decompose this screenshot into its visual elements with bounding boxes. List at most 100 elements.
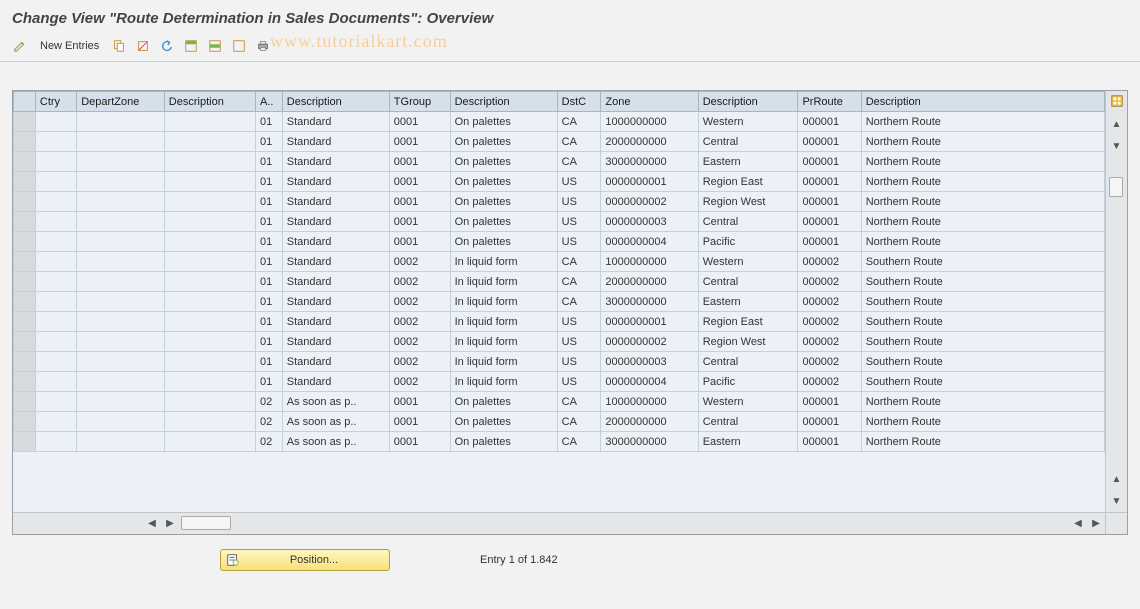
col-desc1[interactable]: Description: [164, 92, 255, 112]
cell-d4[interactable]: Pacific: [698, 372, 798, 392]
cell-d2[interactable]: Standard: [282, 192, 389, 212]
cell-a[interactable]: 01: [256, 112, 283, 132]
cell-ctry[interactable]: [35, 252, 76, 272]
cell-ctry[interactable]: [35, 112, 76, 132]
cell-a[interactable]: 01: [256, 332, 283, 352]
cell-d4[interactable]: Western: [698, 252, 798, 272]
cell-ctry[interactable]: [35, 272, 76, 292]
scroll-right2-icon[interactable]: ▶: [1087, 515, 1105, 533]
cell-tg[interactable]: 0002: [389, 352, 450, 372]
cell-d4[interactable]: Region East: [698, 172, 798, 192]
cell-tg[interactable]: 0001: [389, 172, 450, 192]
cell-ctry[interactable]: [35, 372, 76, 392]
cell-a[interactable]: 01: [256, 152, 283, 172]
cell-zone[interactable]: 0000000002: [601, 332, 698, 352]
cell-a[interactable]: 01: [256, 212, 283, 232]
cell-tg[interactable]: 0001: [389, 432, 450, 452]
cell-d2[interactable]: Standard: [282, 272, 389, 292]
cell-zone[interactable]: 1000000000: [601, 392, 698, 412]
cell-ctry[interactable]: [35, 432, 76, 452]
cell-pr[interactable]: 000002: [798, 332, 861, 352]
col-desc4[interactable]: Description: [698, 92, 798, 112]
cell-dstc[interactable]: US: [557, 372, 601, 392]
cell-d3[interactable]: In liquid form: [450, 312, 557, 332]
table-row[interactable]: 01Standard0001On palettesUS0000000003Cen…: [14, 212, 1105, 232]
cell-d3[interactable]: On palettes: [450, 232, 557, 252]
cell-tg[interactable]: 0001: [389, 392, 450, 412]
cell-d4[interactable]: Western: [698, 112, 798, 132]
cell-d5[interactable]: Southern Route: [861, 312, 1104, 332]
row-selector[interactable]: [14, 112, 36, 132]
cell-pr[interactable]: 000002: [798, 352, 861, 372]
deselect-all-icon[interactable]: [229, 36, 249, 56]
cell-d3[interactable]: On palettes: [450, 192, 557, 212]
cell-d2[interactable]: As soon as p..: [282, 432, 389, 452]
cell-d1[interactable]: [164, 232, 255, 252]
cell-dstc[interactable]: CA: [557, 292, 601, 312]
cell-dstc[interactable]: US: [557, 212, 601, 232]
cell-d5[interactable]: Southern Route: [861, 272, 1104, 292]
table-row[interactable]: 01Standard0002In liquid formCA3000000000…: [14, 292, 1105, 312]
table-row[interactable]: 01Standard0002In liquid formCA2000000000…: [14, 272, 1105, 292]
cell-d2[interactable]: Standard: [282, 332, 389, 352]
scroll-right-icon[interactable]: ▶: [161, 515, 179, 533]
cell-d3[interactable]: In liquid form: [450, 352, 557, 372]
cell-d3[interactable]: On palettes: [450, 112, 557, 132]
cell-a[interactable]: 01: [256, 172, 283, 192]
cell-ctry[interactable]: [35, 192, 76, 212]
toggle-display-change-icon[interactable]: [10, 36, 30, 56]
cell-dstc[interactable]: US: [557, 232, 601, 252]
cell-d5[interactable]: Northern Route: [861, 172, 1104, 192]
new-entries-button[interactable]: New Entries: [34, 36, 105, 56]
cell-d3[interactable]: On palettes: [450, 432, 557, 452]
cell-d2[interactable]: Standard: [282, 352, 389, 372]
cell-d5[interactable]: Southern Route: [861, 332, 1104, 352]
cell-d4[interactable]: Region East: [698, 312, 798, 332]
cell-d1[interactable]: [164, 192, 255, 212]
cell-zone[interactable]: 1000000000: [601, 252, 698, 272]
col-desc5[interactable]: Description: [861, 92, 1104, 112]
select-all-icon[interactable]: [181, 36, 201, 56]
cell-a[interactable]: 01: [256, 132, 283, 152]
cell-d4[interactable]: Central: [698, 272, 798, 292]
cell-pr[interactable]: 000002: [798, 252, 861, 272]
cell-dz[interactable]: [77, 372, 165, 392]
cell-d3[interactable]: In liquid form: [450, 252, 557, 272]
cell-zone[interactable]: 0000000001: [601, 312, 698, 332]
row-selector[interactable]: [14, 132, 36, 152]
cell-dstc[interactable]: CA: [557, 432, 601, 452]
cell-a[interactable]: 02: [256, 412, 283, 432]
row-selector[interactable]: [14, 292, 36, 312]
cell-d4[interactable]: Eastern: [698, 152, 798, 172]
cell-ctry[interactable]: [35, 172, 76, 192]
table-row[interactable]: 02As soon as p..0001On palettesCA1000000…: [14, 392, 1105, 412]
cell-d5[interactable]: Northern Route: [861, 392, 1104, 412]
row-selector[interactable]: [14, 172, 36, 192]
table-row[interactable]: 01Standard0001On palettesUS0000000002Reg…: [14, 192, 1105, 212]
row-selector-header[interactable]: [14, 92, 36, 112]
cell-zone[interactable]: 3000000000: [601, 152, 698, 172]
scroll-up-icon[interactable]: ▲: [1108, 115, 1126, 133]
table-row[interactable]: 01Standard0002In liquid formUS0000000003…: [14, 352, 1105, 372]
cell-pr[interactable]: 000001: [798, 392, 861, 412]
cell-a[interactable]: 01: [256, 192, 283, 212]
cell-zone[interactable]: 0000000001: [601, 172, 698, 192]
cell-d1[interactable]: [164, 312, 255, 332]
cell-d3[interactable]: In liquid form: [450, 292, 557, 312]
table-row[interactable]: 01Standard0002In liquid formUS0000000004…: [14, 372, 1105, 392]
cell-zone[interactable]: 0000000003: [601, 352, 698, 372]
cell-dstc[interactable]: US: [557, 172, 601, 192]
cell-pr[interactable]: 000001: [798, 112, 861, 132]
cell-a[interactable]: 01: [256, 292, 283, 312]
cell-ctry[interactable]: [35, 292, 76, 312]
table-row[interactable]: 02As soon as p..0001On palettesCA2000000…: [14, 412, 1105, 432]
cell-zone[interactable]: 0000000004: [601, 372, 698, 392]
cell-a[interactable]: 01: [256, 372, 283, 392]
cell-d1[interactable]: [164, 252, 255, 272]
cell-tg[interactable]: 0001: [389, 112, 450, 132]
cell-tg[interactable]: 0002: [389, 292, 450, 312]
cell-ctry[interactable]: [35, 392, 76, 412]
cell-dstc[interactable]: CA: [557, 152, 601, 172]
cell-pr[interactable]: 000002: [798, 292, 861, 312]
cell-zone[interactable]: 0000000003: [601, 212, 698, 232]
